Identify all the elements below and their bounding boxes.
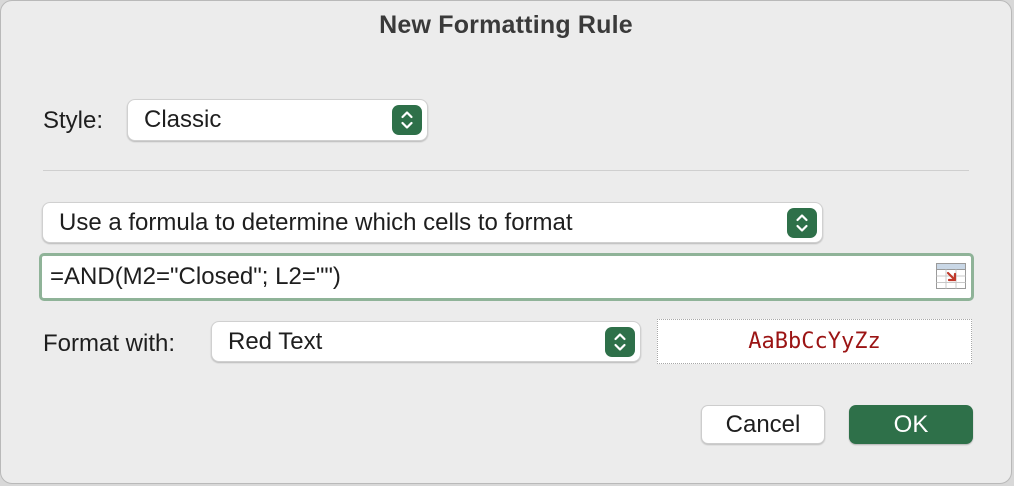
ok-button[interactable]: OK bbox=[849, 405, 973, 444]
style-label: Style: bbox=[43, 107, 104, 134]
style-popup[interactable]: Classic bbox=[127, 99, 428, 141]
range-picker-icon[interactable] bbox=[936, 263, 966, 289]
formula-input-value[interactable]: =AND(M2="Closed"; L2="") bbox=[50, 263, 341, 291]
chevron-up-down-icon bbox=[796, 213, 808, 232]
rule-type-popup-value: Use a formula to determine which cells t… bbox=[59, 208, 573, 236]
chevron-up-down-icon bbox=[401, 111, 413, 129]
rule-type-popup[interactable]: Use a formula to determine which cells t… bbox=[42, 202, 823, 243]
range-select-icon bbox=[936, 263, 966, 289]
style-popup-value: Classic bbox=[144, 106, 222, 133]
format-preview: AaBbCcYyZz bbox=[657, 319, 972, 364]
formula-field[interactable]: =AND(M2="Closed"; L2="") bbox=[39, 253, 974, 301]
new-formatting-rule-dialog: New Formatting Rule Style: Classic Use a… bbox=[0, 0, 1012, 484]
format-with-popup[interactable]: Red Text bbox=[211, 321, 641, 362]
format-with-label: Format with: bbox=[43, 330, 176, 357]
cancel-button[interactable]: Cancel bbox=[701, 405, 825, 444]
dialog-title: New Formatting Rule bbox=[379, 11, 633, 39]
format-with-popup-stepper[interactable] bbox=[605, 326, 635, 357]
style-popup-stepper[interactable] bbox=[392, 105, 422, 135]
rule-type-popup-stepper[interactable] bbox=[787, 207, 817, 238]
format-with-popup-value: Red Text bbox=[228, 327, 323, 355]
chevron-up-down-icon bbox=[614, 332, 626, 351]
section-divider bbox=[43, 170, 969, 171]
